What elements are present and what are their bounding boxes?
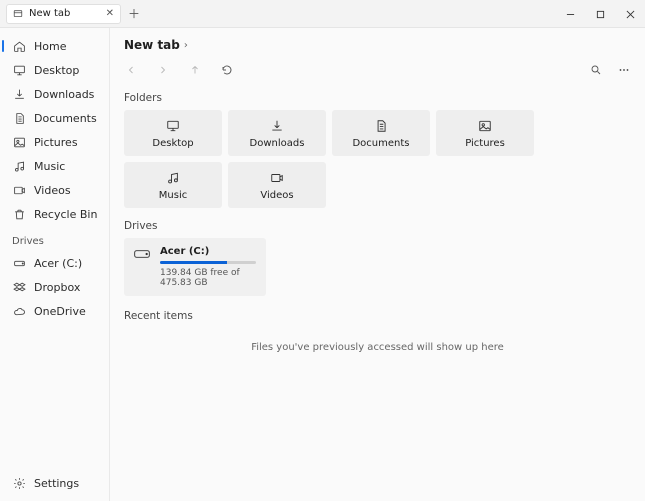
tab-close-icon[interactable]: ✕	[106, 8, 114, 19]
sidebar-item-label: OneDrive	[34, 305, 86, 318]
picture-icon	[12, 135, 26, 149]
folder-tile-music[interactable]: Music	[124, 162, 222, 208]
desktop-icon	[165, 118, 181, 134]
sidebar-item-home[interactable]: Home	[0, 34, 109, 58]
up-button[interactable]	[188, 63, 202, 77]
drives-heading: Drives	[124, 220, 631, 232]
folder-label: Music	[159, 190, 187, 201]
maximize-button[interactable]	[585, 0, 615, 28]
tab-home-icon	[13, 9, 23, 19]
folder-label: Desktop	[152, 138, 193, 149]
document-icon	[12, 111, 26, 125]
recent-heading: Recent items	[124, 310, 631, 322]
download-icon	[269, 118, 285, 134]
music-icon	[12, 159, 26, 173]
sidebar-item-desktop[interactable]: Desktop	[0, 58, 109, 82]
back-button[interactable]	[124, 63, 138, 77]
drive-card-c[interactable]: Acer (C:) 139.84 GB free of 475.83 GB	[124, 238, 266, 296]
folder-tile-videos[interactable]: Videos	[228, 162, 326, 208]
sidebar-item-label: Pictures	[34, 136, 78, 149]
titlebar: New tab ✕ ＋	[0, 0, 645, 28]
desktop-icon	[12, 63, 26, 77]
drive-free-text: 139.84 GB free of 475.83 GB	[160, 268, 256, 288]
recent-empty-text: Files you've previously accessed will sh…	[124, 342, 631, 353]
browser-tab[interactable]: New tab ✕	[6, 4, 121, 24]
drive-name: Acer (C:)	[160, 246, 256, 257]
folders-grid: Desktop Downloads Documents Pictures Mus…	[124, 110, 631, 208]
sidebar-item-settings[interactable]: Settings	[0, 471, 109, 495]
folders-heading: Folders	[124, 92, 631, 104]
tab-title: New tab	[29, 8, 70, 19]
sidebar-item-label: Settings	[34, 477, 79, 490]
toolbar	[124, 60, 631, 80]
drive-icon	[12, 256, 26, 270]
sidebar-item-label: Acer (C:)	[34, 257, 82, 270]
folder-label: Documents	[352, 138, 409, 149]
main-content: New tab › Folders Desktop Downloads	[110, 28, 645, 501]
forward-button[interactable]	[156, 63, 170, 77]
drive-icon	[134, 248, 150, 260]
breadcrumb[interactable]: New tab ›	[124, 38, 631, 52]
sidebar-item-music[interactable]: Music	[0, 154, 109, 178]
sidebar-item-label: Recycle Bin	[34, 208, 97, 221]
document-icon	[373, 118, 389, 134]
folder-label: Pictures	[465, 138, 505, 149]
sidebar-item-recycle-bin[interactable]: Recycle Bin	[0, 202, 109, 226]
music-icon	[165, 170, 181, 186]
sidebar-item-label: Videos	[34, 184, 71, 197]
home-icon	[12, 39, 26, 53]
gear-icon	[12, 476, 26, 490]
folder-tile-downloads[interactable]: Downloads	[228, 110, 326, 156]
more-button[interactable]	[617, 63, 631, 77]
cloud-icon	[12, 304, 26, 318]
sidebar-section-drives: Drives	[0, 226, 109, 251]
drive-usage-bar	[160, 261, 256, 264]
new-tab-button[interactable]: ＋	[125, 5, 143, 23]
page-title: New tab	[124, 38, 180, 52]
sidebar-item-documents[interactable]: Documents	[0, 106, 109, 130]
sidebar-item-label: Downloads	[34, 88, 94, 101]
sidebar: Home Desktop Downloads Documents Picture…	[0, 28, 110, 501]
recycle-icon	[12, 207, 26, 221]
refresh-button[interactable]	[220, 63, 234, 77]
sidebar-item-onedrive[interactable]: OneDrive	[0, 299, 109, 323]
sidebar-item-pictures[interactable]: Pictures	[0, 130, 109, 154]
minimize-button[interactable]	[555, 0, 585, 28]
dropbox-icon	[12, 280, 26, 294]
sidebar-item-label: Desktop	[34, 64, 79, 77]
video-icon	[269, 170, 285, 186]
close-window-button[interactable]	[615, 0, 645, 28]
sidebar-item-label: Music	[34, 160, 65, 173]
sidebar-item-label: Dropbox	[34, 281, 80, 294]
sidebar-item-videos[interactable]: Videos	[0, 178, 109, 202]
chevron-right-icon: ›	[184, 40, 188, 51]
picture-icon	[477, 118, 493, 134]
folder-label: Downloads	[250, 138, 305, 149]
sidebar-item-drive-c[interactable]: Acer (C:)	[0, 251, 109, 275]
folder-label: Videos	[260, 190, 293, 201]
download-icon	[12, 87, 26, 101]
sidebar-item-dropbox[interactable]: Dropbox	[0, 275, 109, 299]
sidebar-item-label: Documents	[34, 112, 97, 125]
folder-tile-pictures[interactable]: Pictures	[436, 110, 534, 156]
sidebar-item-downloads[interactable]: Downloads	[0, 82, 109, 106]
folder-tile-documents[interactable]: Documents	[332, 110, 430, 156]
video-icon	[12, 183, 26, 197]
sidebar-item-label: Home	[34, 40, 66, 53]
folder-tile-desktop[interactable]: Desktop	[124, 110, 222, 156]
search-button[interactable]	[589, 63, 603, 77]
